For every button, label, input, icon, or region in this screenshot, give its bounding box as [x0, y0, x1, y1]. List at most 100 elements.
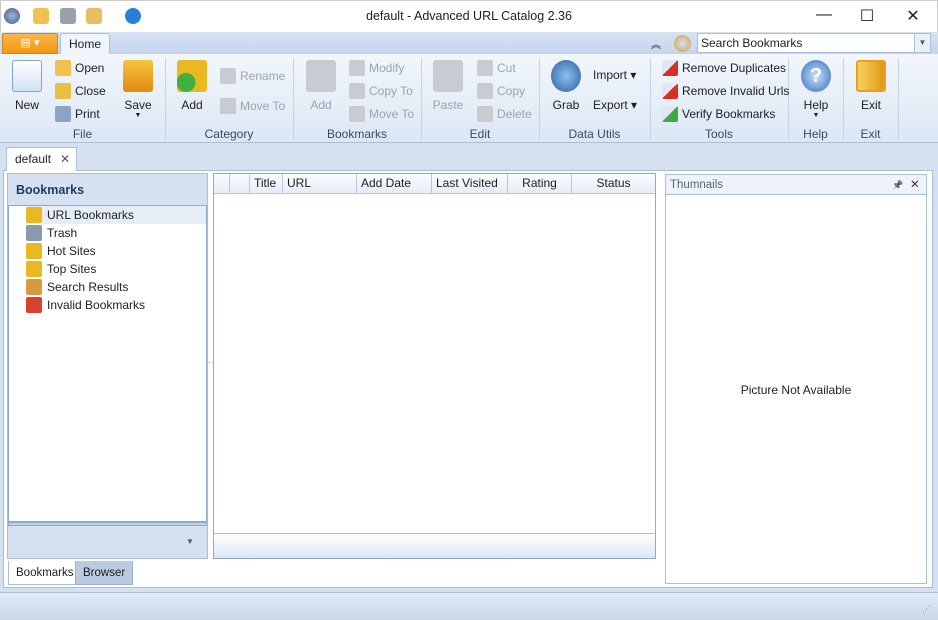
thumbnail-placeholder-text: Picture Not Available	[740, 383, 852, 397]
scissors-icon	[477, 60, 493, 76]
chevron-down-icon[interactable]: ▼	[186, 537, 194, 546]
search-icon	[674, 35, 691, 52]
pin-icon[interactable]: 📌	[892, 175, 903, 195]
collapse-ribbon-button[interactable]: ︽	[651, 36, 661, 51]
move-icon	[220, 98, 236, 114]
open-button[interactable]: Open	[55, 60, 104, 76]
column-header-last-visited[interactable]: Last Visited	[432, 174, 508, 194]
group-label-file: File	[72, 127, 93, 141]
search-results-icon	[26, 279, 42, 295]
tree-item-label: Trash	[47, 226, 78, 240]
tree-scrollbar[interactable]	[8, 522, 207, 526]
window-title: default - Advanced URL Catalog 2.36	[366, 9, 572, 23]
trash-icon	[26, 225, 42, 241]
exit-button[interactable]: Exit	[856, 60, 886, 112]
grab-button[interactable]: Grab	[551, 60, 581, 112]
delete-icon	[477, 106, 493, 122]
group-label-exit: Exit	[860, 127, 881, 141]
copy-button[interactable]: Copy	[477, 83, 525, 99]
add-bookmark-icon	[306, 60, 336, 92]
tree-item-hot-sites[interactable]: Hot Sites	[26, 242, 206, 260]
column-header-title[interactable]: Title	[250, 174, 283, 194]
column-header-rating[interactable]: Rating	[508, 174, 572, 194]
tab-bookmarks[interactable]: Bookmarks	[8, 561, 82, 585]
resize-grip-icon[interactable]: ⋰	[922, 604, 931, 615]
save-button[interactable]: Save ▼	[122, 60, 154, 119]
minimize-button[interactable]: —	[809, 6, 839, 24]
copy-to-icon	[349, 83, 365, 99]
tab-default[interactable]: default ✕	[6, 147, 77, 171]
tree-item-label: Top Sites	[47, 262, 97, 276]
tree-item-label: Search Results	[47, 280, 129, 294]
rename-category-button[interactable]: Rename	[220, 68, 285, 84]
delete-button[interactable]: Delete	[477, 106, 532, 122]
verify-bookmarks-button[interactable]: Verify Bookmarks	[662, 106, 775, 122]
grid-header: Title URL Add Date Last Visited Rating S…	[214, 174, 655, 194]
column-header-icon[interactable]	[230, 174, 250, 194]
cut-button[interactable]: Cut	[477, 60, 516, 76]
application-menu-button[interactable]: ▤ ▾	[2, 33, 58, 54]
tree-item-top-sites[interactable]: Top Sites	[26, 260, 206, 278]
help-button[interactable]: ? Help ▼	[801, 60, 831, 119]
exit-door-icon	[856, 60, 886, 92]
status-bar	[0, 592, 938, 620]
group-label-tools: Tools	[704, 127, 733, 141]
copy-icon	[477, 83, 493, 99]
remove-duplicates-icon	[662, 60, 678, 76]
tree-item-url-bookmarks[interactable]: URL Bookmarks	[26, 206, 206, 224]
add-category-button[interactable]: Add	[177, 60, 207, 112]
tree-item-invalid-bookmarks[interactable]: Invalid Bookmarks	[26, 296, 206, 314]
group-label-edit: Edit	[469, 127, 491, 141]
column-header-add-date[interactable]: Add Date	[357, 174, 432, 194]
import-button[interactable]: Import ▾	[593, 68, 636, 82]
print-button[interactable]: Print	[55, 106, 100, 122]
close-panel-icon[interactable]: ✕	[910, 175, 920, 195]
open-folder-icon	[55, 60, 71, 76]
remove-duplicates-button[interactable]: Remove Duplicates	[662, 60, 786, 76]
tab-browser[interactable]: Browser	[75, 561, 134, 585]
maximize-button[interactable]: ☐	[852, 6, 882, 26]
paste-button[interactable]: Paste	[432, 60, 464, 112]
save-disk-icon	[123, 60, 153, 92]
column-header-indicator[interactable]	[214, 174, 230, 194]
tree-item-search-results[interactable]: Search Results	[26, 278, 206, 296]
tab-home[interactable]: Home	[60, 33, 110, 55]
column-header-url[interactable]: URL	[283, 174, 357, 194]
new-button[interactable]: New	[12, 60, 42, 112]
printer-icon	[55, 106, 71, 122]
tree-item-label: URL Bookmarks	[47, 208, 134, 222]
top-sites-icon	[26, 261, 42, 277]
document-tab-strip	[0, 143, 938, 171]
paste-icon	[433, 60, 463, 92]
remove-invalid-urls-button[interactable]: Remove Invalid Urls	[662, 83, 789, 99]
copy-to-button[interactable]: Copy To	[349, 83, 413, 99]
column-header-status[interactable]: Status	[572, 174, 655, 194]
modify-bookmark-button[interactable]: Modify	[349, 60, 404, 76]
tree-item-trash[interactable]: Trash	[26, 224, 206, 242]
close-button[interactable]: ✕	[898, 6, 928, 26]
help-question-icon: ?	[801, 60, 831, 92]
modify-icon	[349, 60, 365, 76]
verify-icon	[662, 106, 678, 122]
globe-icon	[551, 60, 581, 92]
url-bookmarks-icon	[26, 207, 42, 223]
new-document-icon	[12, 60, 42, 92]
remove-invalid-icon	[662, 83, 678, 99]
export-button[interactable]: Export ▾	[593, 98, 637, 112]
add-bookmark-button[interactable]: Add	[306, 60, 336, 112]
rename-icon	[220, 68, 236, 84]
close-file-button[interactable]: Close	[55, 83, 106, 99]
close-folder-icon	[55, 83, 71, 99]
hot-sites-icon	[26, 243, 42, 259]
group-label-bookmarks: Bookmarks	[326, 127, 388, 141]
bookmarks-panel-title: Bookmarks	[16, 183, 85, 197]
tree-item-label: Invalid Bookmarks	[47, 298, 146, 312]
search-bookmarks-input[interactable]: Search Bookmarks ▼	[697, 33, 931, 53]
chevron-down-icon[interactable]: ▼	[914, 34, 930, 52]
close-tab-icon[interactable]: ✕	[60, 148, 70, 170]
move-category-button[interactable]: Move To	[220, 98, 285, 114]
group-label-help: Help	[803, 127, 828, 141]
group-label-category: Category	[204, 127, 254, 141]
tree-item-label: Hot Sites	[47, 244, 96, 258]
move-to-button[interactable]: Move To	[349, 106, 414, 122]
